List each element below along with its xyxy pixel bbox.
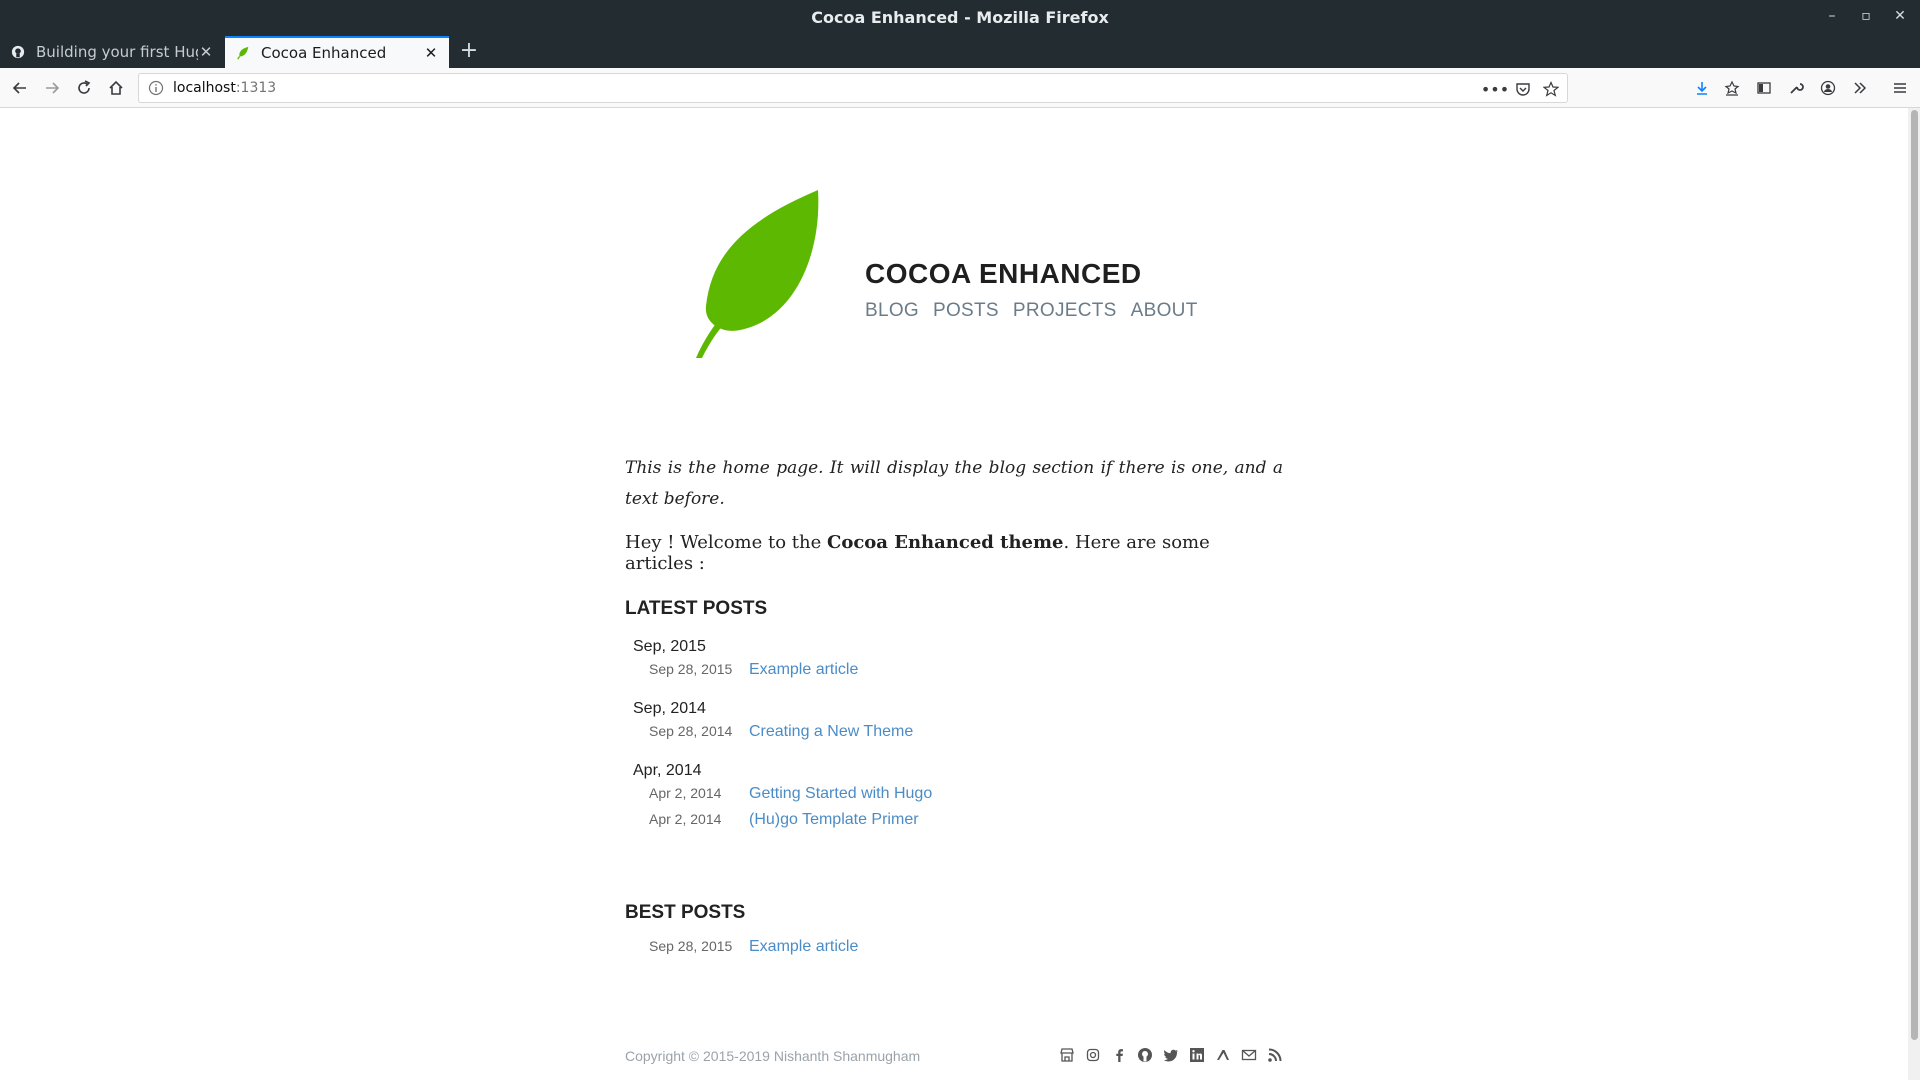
- maximize-icon[interactable]: ▫: [1856, 6, 1876, 26]
- xing-icon[interactable]: [1215, 1047, 1231, 1063]
- nav-about[interactable]: ABOUT: [1131, 300, 1198, 322]
- tab-strip: Building your first Hugo ✕ Cocoa Enhance…: [0, 36, 1920, 68]
- latest-posts-title: LATEST POSTS: [625, 598, 768, 619]
- close-window-icon[interactable]: ✕: [1890, 6, 1910, 26]
- forward-button[interactable]: [40, 76, 64, 100]
- url-text[interactable]: localhost:1313: [173, 80, 276, 96]
- library-icon[interactable]: [1720, 76, 1744, 100]
- wrench-icon[interactable]: [1784, 76, 1808, 100]
- post-date: Apr 2, 2014: [649, 785, 722, 801]
- post-link[interactable]: Example article: [749, 938, 858, 956]
- leaf-logo-icon[interactable]: [682, 188, 822, 360]
- site-footer: Copyright © 2015-2019 Nishanth Shanmugha…: [625, 1043, 1283, 1067]
- month-heading: Sep, 2014: [633, 700, 706, 717]
- twitter-icon[interactable]: [1163, 1047, 1179, 1063]
- facebook-icon[interactable]: [1111, 1047, 1127, 1063]
- month-group: Sep, 2015 Sep 28, 2015 Example article: [625, 638, 1283, 682]
- post-date: Apr 2, 2014: [649, 811, 722, 827]
- navigation-toolbar: localhost:1313 •••: [0, 68, 1920, 108]
- post-link[interactable]: Getting Started with Hugo: [749, 785, 932, 803]
- nav-posts[interactable]: POSTS: [933, 300, 999, 322]
- info-icon[interactable]: [148, 80, 164, 96]
- post-link[interactable]: Creating a New Theme: [749, 723, 913, 741]
- rss-icon[interactable]: [1267, 1047, 1283, 1063]
- home-button[interactable]: [104, 76, 128, 100]
- url-host: localhost: [173, 80, 236, 96]
- tab-label: Cocoa Enhanced: [261, 44, 387, 62]
- page-actions-icon[interactable]: •••: [1481, 79, 1509, 99]
- welcome-text: Hey ! Welcome to the Cocoa Enhanced them…: [625, 532, 1283, 574]
- email-icon[interactable]: [1241, 1047, 1257, 1063]
- post-row: Sep 28, 2015 Example article: [625, 938, 1283, 959]
- close-tab-icon[interactable]: ✕: [423, 44, 439, 62]
- window-titlebar: Cocoa Enhanced - Mozilla Firefox – ▫ ✕: [0, 0, 1920, 36]
- url-port: :1313: [235, 80, 277, 96]
- social-links: [1059, 1047, 1283, 1063]
- post-link[interactable]: Example article: [749, 661, 858, 679]
- instagram-icon[interactable]: [1085, 1047, 1101, 1063]
- leaf-icon: [235, 45, 251, 61]
- shop-icon[interactable]: [1059, 1047, 1075, 1063]
- nav-blog[interactable]: BLOG: [865, 300, 919, 322]
- month-heading: Sep, 2015: [633, 638, 706, 655]
- scrollbar[interactable]: [1908, 108, 1920, 1080]
- hamburger-menu-icon[interactable]: [1888, 76, 1912, 100]
- site-nav: BLOG POSTS PROJECTS ABOUT: [865, 300, 1198, 322]
- scrollbar-thumb[interactable]: [1911, 110, 1918, 1040]
- overflow-menu-icon[interactable]: [1848, 76, 1872, 100]
- best-posts-title: BEST POSTS: [625, 902, 746, 923]
- post-row: Apr 2, 2014 Getting Started with Hugo: [625, 785, 1283, 806]
- account-icon[interactable]: [1816, 76, 1840, 100]
- main-content: This is the home page. It will display t…: [625, 453, 1283, 959]
- page-viewport: COCOA ENHANCED BLOG POSTS PROJECTS ABOUT…: [0, 108, 1908, 1080]
- post-row: Apr 2, 2014 (Hu)go Template Primer: [625, 811, 1283, 832]
- month-group: Apr, 2014 Apr 2, 2014 Getting Started wi…: [625, 762, 1283, 832]
- url-bar[interactable]: localhost:1313 •••: [138, 73, 1568, 103]
- post-row: Sep 28, 2015 Example article: [625, 661, 1283, 682]
- post-link[interactable]: (Hu)go Template Primer: [749, 811, 919, 829]
- best-posts-list: Sep 28, 2015 Example article: [625, 938, 1283, 959]
- tab-building-hugo[interactable]: Building your first Hugo ✕: [0, 36, 224, 68]
- welcome-pre: Hey ! Welcome to the: [625, 532, 827, 553]
- octocat-icon: [10, 44, 26, 60]
- post-row: Sep 28, 2014 Creating a New Theme: [625, 723, 1283, 744]
- minimize-icon[interactable]: –: [1822, 6, 1842, 26]
- nav-projects[interactable]: PROJECTS: [1013, 300, 1117, 322]
- linkedin-icon[interactable]: [1189, 1047, 1205, 1063]
- reload-button[interactable]: [72, 76, 96, 100]
- downloads-icon[interactable]: [1690, 76, 1714, 100]
- post-date: Sep 28, 2015: [649, 661, 733, 677]
- sidebar-icon[interactable]: [1752, 76, 1776, 100]
- back-button[interactable]: [8, 76, 32, 100]
- post-date: Sep 28, 2014: [649, 723, 733, 739]
- tab-cocoa-enhanced[interactable]: Cocoa Enhanced ✕: [225, 36, 449, 68]
- month-heading: Apr, 2014: [633, 762, 702, 779]
- github-icon[interactable]: [1137, 1047, 1153, 1063]
- close-tab-icon[interactable]: ✕: [198, 43, 214, 61]
- new-tab-button[interactable]: +: [455, 36, 483, 68]
- post-date: Sep 28, 2015: [649, 938, 733, 954]
- site-title[interactable]: COCOA ENHANCED: [865, 258, 1142, 290]
- window-title: Cocoa Enhanced - Mozilla Firefox: [811, 8, 1109, 27]
- month-group: Sep, 2014 Sep 28, 2014 Creating a New Th…: [625, 700, 1283, 744]
- welcome-bold: Cocoa Enhanced theme: [827, 532, 1064, 553]
- pocket-icon[interactable]: [1513, 79, 1533, 99]
- copyright-text: Copyright © 2015-2019 Nishanth Shanmugha…: [625, 1048, 921, 1064]
- intro-text: This is the home page. It will display t…: [625, 458, 1283, 509]
- tab-label: Building your first Hugo: [36, 43, 198, 61]
- bookmark-star-icon[interactable]: [1541, 79, 1561, 99]
